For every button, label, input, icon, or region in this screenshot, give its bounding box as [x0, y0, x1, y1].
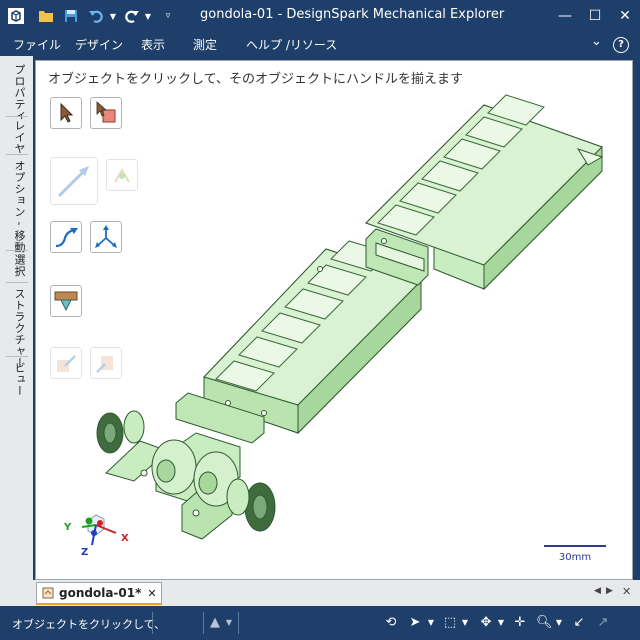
z-axis-label: Z [81, 547, 88, 558]
select-mode-icon[interactable]: ➤ [408, 615, 422, 631]
tray-connector [365, 228, 429, 286]
x-axis-label: X [121, 533, 129, 544]
up-to-tool[interactable] [50, 347, 82, 379]
redo-icon[interactable] [122, 6, 142, 26]
close-all-tabs-icon[interactable]: ✕ [622, 585, 631, 598]
document-icon [42, 587, 54, 599]
status-bar: オブジェクトをクリックして、 ▲ ▼ ⟲ ➤ ▼ ⬚ ▼ ✥ ▼ ✛ 🔍︎ ▼ … [0, 606, 640, 640]
tab-layers[interactable]: レイヤ [9, 120, 27, 155]
status-divider [203, 612, 204, 634]
anchor-icon [114, 168, 130, 183]
rotate-view-icon[interactable]: ✥ [478, 615, 494, 631]
tab-properties[interactable]: プロパティ [9, 64, 27, 122]
anchor-tool[interactable] [106, 159, 138, 191]
tab-divider [6, 250, 28, 251]
ruler-icon [54, 291, 78, 312]
move-arrow-icon [57, 166, 89, 198]
move-along-path-tool[interactable] [50, 221, 82, 253]
redo-dropdown-icon[interactable]: ▼ [143, 6, 153, 26]
model-canvas: X Y Z [63, 94, 604, 558]
path-arrow-icon [55, 228, 78, 248]
scale-bar-label: 30mm [558, 552, 592, 563]
pivot-tool[interactable] [90, 221, 122, 253]
dropdown-icon[interactable]: ▼ [224, 615, 234, 631]
document-tab-strip: gondola-01* ✕ ◀ ▶ ✕ [0, 580, 640, 606]
move-handle-tool[interactable] [50, 157, 98, 205]
scale-bar-line [544, 545, 606, 547]
select-component-tool[interactable] [90, 97, 122, 129]
close-button[interactable]: ✕ [610, 6, 640, 26]
minimize-button[interactable]: — [550, 6, 580, 26]
maximize-button[interactable]: ☐ [580, 6, 610, 26]
select-tool[interactable] [50, 97, 82, 129]
document-tab-label: gondola-01* [59, 586, 142, 600]
tab-views[interactable]: ビュー [9, 362, 27, 397]
tab-selection[interactable]: 選択 [9, 254, 27, 277]
tab-scroll-right-icon[interactable]: ▶ [606, 586, 613, 596]
pivot-icon [95, 225, 117, 248]
undo-icon[interactable] [86, 6, 106, 26]
close-tab-button[interactable]: ✕ [147, 587, 156, 600]
ruler-tool[interactable] [50, 285, 82, 317]
rear-tray [317, 94, 604, 291]
up-to-icon [57, 355, 76, 372]
undo-selection-icon[interactable]: ⟲ [382, 615, 400, 631]
zoom-icon[interactable]: 🔍︎ [536, 615, 553, 631]
design-viewport[interactable]: オブジェクトをクリックして、そのオブジェクトにハンドルを揃えます X Y Z 3… [35, 60, 633, 580]
rotate-view-dropdown-icon[interactable]: ▼ [496, 615, 506, 631]
app-logo-icon[interactable] [5, 6, 27, 26]
y-axis-label: Y [63, 522, 72, 533]
wheel-chassis [105, 392, 265, 540]
customize-toolbar-icon[interactable]: ▿ [162, 6, 174, 26]
menu-help-resources[interactable]: ヘルプ /リソース [246, 36, 337, 53]
save-icon[interactable] [62, 6, 80, 26]
tab-options-move[interactable]: オプション - 移動 [9, 160, 27, 253]
undo-dropdown-icon[interactable]: ▼ [108, 6, 118, 26]
document-tab[interactable]: gondola-01* ✕ [36, 582, 162, 605]
collapse-ribbon-icon[interactable]: ⌄ [591, 34, 602, 49]
scroll-up-icon[interactable]: ▲ [208, 615, 222, 631]
tab-divider [6, 116, 28, 117]
scale-bar: 30mm [544, 545, 606, 565]
status-divider [152, 612, 153, 634]
status-message: オブジェクトをクリックして、 [12, 618, 166, 631]
menu-design[interactable]: デザイン [75, 36, 123, 53]
tab-divider [6, 154, 28, 155]
orient-tool[interactable] [90, 347, 122, 379]
window-title: gondola-01 - DesignSpark Mechanical Expl… [200, 7, 505, 22]
box-select-dropdown-icon[interactable]: ▼ [460, 615, 470, 631]
side-panel-tabs: プロパティ レイヤ オプション - 移動 選択 ストラクチャー ビュー [0, 56, 33, 583]
zoom-dropdown-icon[interactable]: ▼ [554, 615, 564, 631]
front-tray [203, 240, 422, 435]
box-select-icon[interactable]: ⬚ [442, 615, 458, 631]
title-bar: ▼ ▼ ▿ gondola-01 - DesignSpark Mechanica… [0, 0, 640, 32]
menu-file[interactable]: ファイル [13, 36, 61, 53]
tab-scroll-left-icon[interactable]: ◀ [594, 586, 601, 596]
pan-icon[interactable]: ✛ [512, 615, 528, 631]
previous-view-icon[interactable]: ↙ [570, 615, 588, 631]
orient-icon [96, 356, 113, 373]
axis-triad: X Y Z [63, 514, 129, 558]
next-view-icon[interactable]: ↗ [594, 615, 612, 631]
wheels [96, 410, 276, 532]
tab-divider [6, 356, 28, 357]
gondola-model [96, 94, 604, 540]
menu-bar: ファイル デザイン 表示 測定 ヘルプ /リソース ⌄ ? [0, 32, 640, 56]
select-component-icon [96, 101, 116, 123]
cursor-icon [60, 102, 74, 123]
select-mode-dropdown-icon[interactable]: ▼ [426, 615, 436, 631]
status-divider [238, 612, 239, 634]
menu-view[interactable]: 表示 [141, 36, 165, 53]
tab-divider [6, 282, 28, 283]
tool-hint: オブジェクトをクリックして、そのオブジェクトにハンドルを揃えます [48, 72, 463, 87]
open-folder-icon[interactable] [36, 6, 56, 26]
help-icon[interactable]: ? [613, 37, 629, 53]
menu-measure[interactable]: 測定 [193, 36, 217, 53]
